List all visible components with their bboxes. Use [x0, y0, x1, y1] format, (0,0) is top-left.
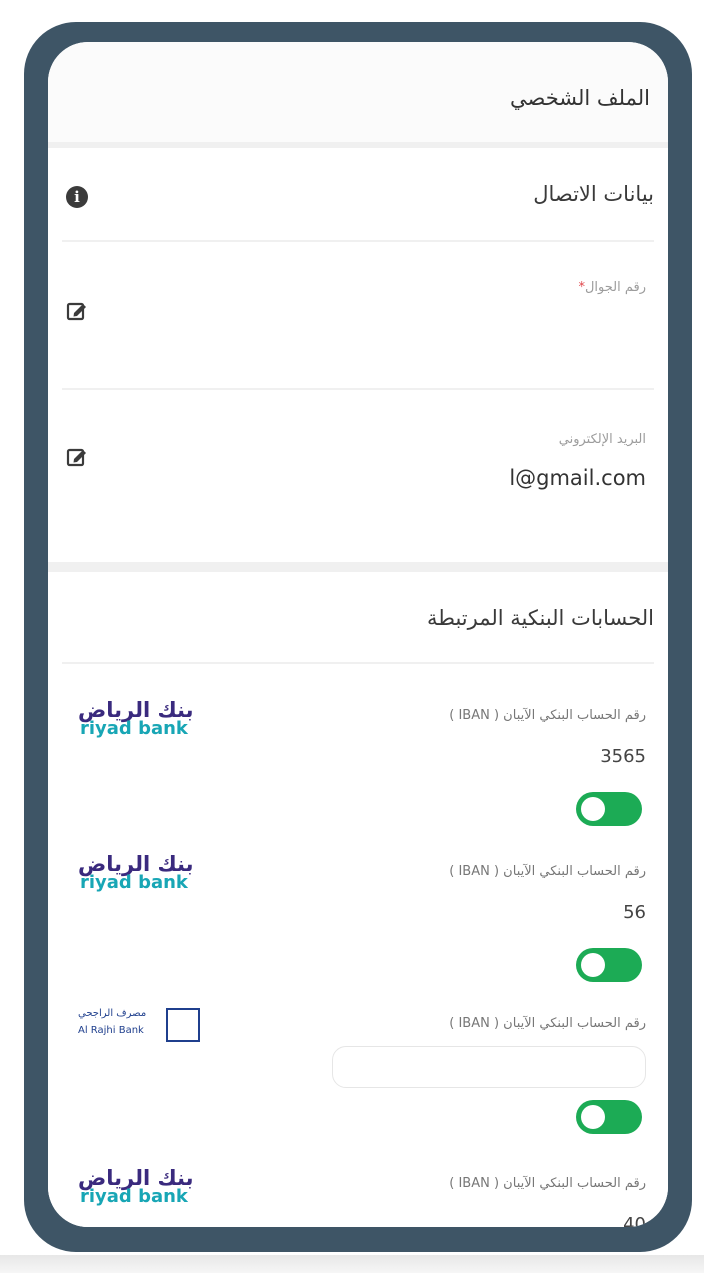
iban-label: رقم الحساب البنكي الآيبان ( IBAN )	[449, 1016, 646, 1031]
account-toggle[interactable]	[576, 948, 642, 982]
bank-account-item: رقم الحساب البنكي الآيبان ( IBAN ) 56 بن…	[48, 852, 668, 1014]
riyad-bank-logo: بنك الرياض riyad bank	[78, 1166, 218, 1216]
toggle-knob	[581, 797, 605, 821]
iban-label: رقم الحساب البنكي الآيبان ( IBAN )	[449, 864, 646, 879]
bank-account-item: رقم الحساب البنكي الآيبان ( IBAN ) مصرف …	[48, 1008, 668, 1166]
page-title: الملف الشخصي	[510, 86, 650, 110]
contact-section-title: بيانات الاتصال	[533, 182, 654, 206]
iban-value: 3565	[600, 746, 646, 767]
logo-english-text: riyad bank	[80, 718, 188, 739]
bank-account-item: رقم الحساب البنكي الآيبان ( IBAN ) 40 بن…	[48, 1166, 668, 1227]
logo-english-text: riyad bank	[80, 1186, 188, 1207]
contact-section: بيانات الاتصال i رقم الجوال* البريد الإل…	[48, 148, 668, 560]
logo-arabic-text: مصرف الراجحي	[78, 1008, 147, 1019]
iban-value: 56	[623, 902, 646, 923]
al-rajhi-bank-logo: مصرف الراجحي Al Rajhi Bank	[78, 1008, 218, 1058]
logo-english-text: riyad bank	[80, 872, 188, 893]
divider	[62, 388, 654, 390]
bank-accounts-title: الحسابات البنكية المرتبطة	[426, 606, 654, 630]
email-field-value: l@gmail.com	[509, 466, 646, 490]
iban-label: رقم الحساب البنكي الآيبان ( IBAN )	[449, 1176, 646, 1191]
edit-icon[interactable]	[66, 300, 88, 322]
divider	[62, 662, 654, 664]
iban-label: رقم الحساب البنكي الآيبان ( IBAN )	[449, 708, 646, 723]
redacted-iban	[332, 1046, 646, 1088]
section-gap	[48, 562, 668, 572]
toggle-knob	[581, 953, 605, 977]
info-icon[interactable]: i	[66, 186, 88, 208]
account-toggle[interactable]	[576, 792, 642, 826]
riyad-bank-logo: بنك الرياض riyad bank	[78, 852, 218, 902]
riyad-bank-logo: بنك الرياض riyad bank	[78, 698, 218, 748]
page-header: الملف الشخصي	[48, 42, 668, 148]
iban-value: 40	[623, 1214, 646, 1227]
mobile-label-text: رقم الجوال	[584, 280, 646, 295]
mobile-field-label: رقم الجوال*	[578, 280, 646, 295]
edit-icon[interactable]	[66, 446, 88, 468]
toggle-knob	[581, 1105, 605, 1129]
bank-mark-icon	[166, 1008, 200, 1042]
bank-account-item: رقم الحساب البنكي الآيبان ( IBAN ) 3565 …	[48, 698, 668, 858]
logo-english-text: Al Rajhi Bank	[78, 1025, 144, 1036]
bottom-shadow	[0, 1255, 704, 1273]
email-field-label: البريد الإلكتروني	[558, 432, 646, 447]
divider	[62, 240, 654, 242]
profile-screen: الملف الشخصي بيانات الاتصال i رقم الجوال…	[48, 42, 668, 1227]
bank-accounts-section: الحسابات البنكية المرتبطة رقم الحساب الب…	[48, 572, 668, 1227]
account-toggle[interactable]	[576, 1100, 642, 1134]
